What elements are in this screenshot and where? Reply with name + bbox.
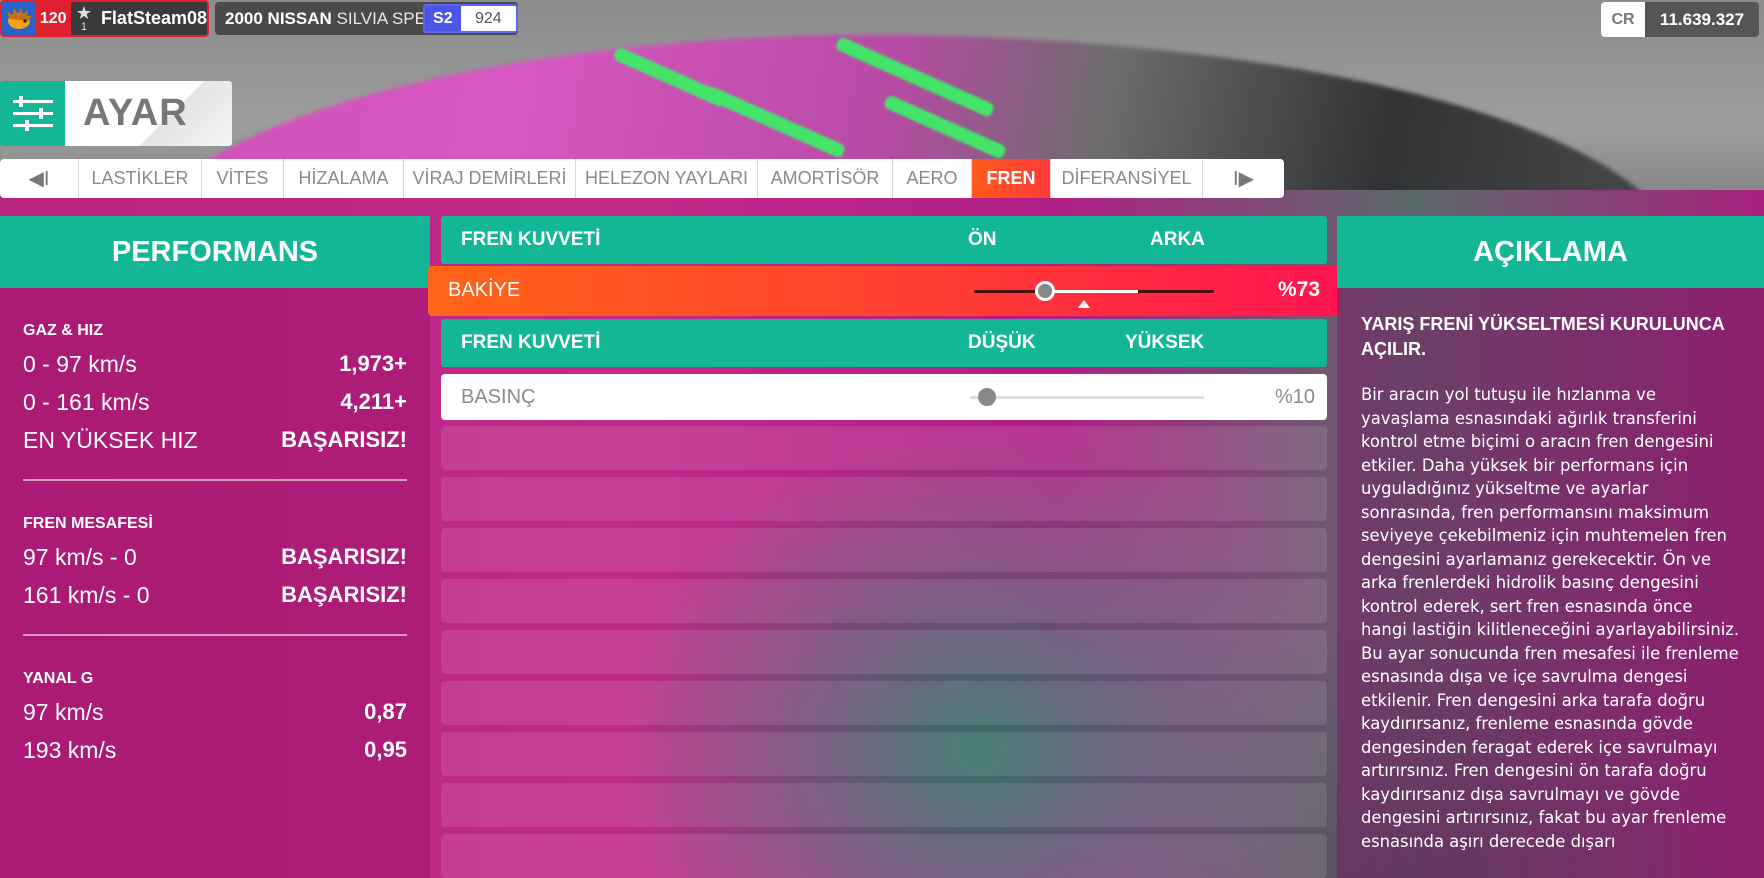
description-text: Bir aracın yol tutuşu ile hızlanma ve ya… — [1361, 385, 1740, 851]
column-label-rear: ARKA — [1150, 229, 1205, 250]
slider-track[interactable] — [970, 396, 1204, 399]
stat-label: EN YÜKSEK HIZ — [23, 426, 198, 453]
section-title: FREN MESAFESİ — [23, 515, 153, 532]
tab-diferansiyel[interactable]: DİFERANSİYEL — [1051, 159, 1203, 198]
stat-value: 0,87 — [364, 699, 407, 724]
description-body[interactable]: YARIŞ FRENİ YÜKSELTMESİ KURULUNCA AÇILIR… — [1337, 288, 1764, 878]
stat-value: 1,973+ — [339, 351, 407, 376]
empty-row — [441, 783, 1327, 827]
stat-row: 161 km/s - 0 BAŞARISIZ! — [23, 576, 407, 614]
empty-row — [441, 528, 1327, 572]
tab-aero[interactable]: AERO — [893, 159, 972, 198]
group-header: FREN KUVVETİ DÜŞÜK YÜKSEK — [441, 319, 1327, 367]
description-heading: YARIŞ FRENİ YÜKSELTMESİ KURULUNCA AÇILIR… — [1361, 314, 1725, 359]
tab-helezon-yaylari[interactable]: HELEZON YAYLARI — [576, 159, 758, 198]
setting-value: %73 — [1277, 278, 1320, 301]
setting-value: %10 — [1274, 386, 1315, 408]
stat-value: BAŞARISIZ! — [281, 582, 407, 607]
stat-value: 4,211+ — [340, 389, 407, 414]
performance-index: S2 924 — [423, 4, 518, 33]
tab-prev-button[interactable]: ◀I — [0, 159, 79, 198]
car-badge: 2000 NISSAN SILVIA SPEC-R S2 924 — [215, 2, 518, 35]
setting-label: BAKİYE — [448, 279, 521, 301]
player-level: 120 — [35, 2, 71, 35]
default-marker-icon — [1078, 300, 1090, 308]
stat-row: 97 km/s 0,87 — [23, 693, 407, 731]
credits-label: CR — [1601, 2, 1645, 37]
stat-row: EN YÜKSEK HIZ BAŞARISIZ! — [23, 421, 407, 459]
empty-row — [441, 477, 1327, 521]
stat-value: BAŞARISIZ! — [281, 544, 407, 569]
tab-hizalama[interactable]: HİZALAMA — [284, 159, 404, 198]
column-label-low: DÜŞÜK — [968, 332, 1036, 353]
stat-label: 193 km/s — [23, 736, 117, 763]
performance-panel: PERFORMANS GAZ & HIZ 0 - 97 km/s 1,973+ … — [0, 216, 430, 878]
group-title: FREN KUVVETİ — [461, 332, 601, 353]
section-title: YANAL G — [23, 670, 94, 687]
empty-row — [441, 426, 1327, 470]
tab-lastikler[interactable]: LASTİKLER — [79, 159, 202, 198]
column-label-high: YÜKSEK — [1125, 332, 1205, 353]
stat-row: 0 - 161 km/s 4,211+ — [23, 383, 407, 421]
section-title: GAZ & HIZ — [23, 322, 103, 339]
stat-label: 0 - 161 km/s — [23, 388, 150, 415]
sliders-icon — [0, 81, 65, 146]
stat-value: 0,95 — [364, 737, 407, 762]
stat-row: 0 - 97 km/s 1,973+ — [23, 345, 407, 383]
tab-fren[interactable]: FREN — [972, 159, 1051, 198]
slider-fill — [1048, 290, 1138, 293]
avatar — [2, 2, 36, 35]
stat-label: 97 km/s - 0 — [23, 543, 137, 570]
car-year-make: 2000 NISSAN — [225, 8, 332, 28]
tab-next-button[interactable]: I▶ — [1203, 159, 1284, 198]
stat-label: 97 km/s — [23, 698, 104, 725]
performance-body: GAZ & HIZ 0 - 97 km/s 1,973+ 0 - 161 km/… — [0, 288, 430, 878]
tab-amortisor[interactable]: AMORTİSÖR — [758, 159, 893, 198]
setting-label: BASINÇ — [461, 386, 536, 408]
stat-value: BAŞARISIZ! — [281, 427, 407, 452]
hedgehog-icon — [6, 6, 32, 29]
empty-row — [441, 630, 1327, 674]
tab-vites[interactable]: VİTES — [202, 159, 284, 198]
slider-handle[interactable] — [978, 388, 996, 406]
description-panel: AÇIKLAMA YARIŞ FRENİ YÜKSELTMESİ KURULUN… — [1337, 216, 1764, 878]
pi-value: 924 — [460, 6, 516, 31]
group-header: FREN KUVVETİ ÖN ARKA — [441, 216, 1327, 264]
performance-title: PERFORMANS — [0, 216, 430, 288]
gamertag: FlatSteam08 — [100, 8, 207, 28]
stat-row: 97 km/s - 0 BAŞARISIZ! — [23, 538, 407, 576]
column-label-front: ÖN — [968, 229, 997, 250]
tab-viraj-demirleri[interactable]: VİRAJ DEMİRLERİ — [404, 159, 576, 198]
page-header: AYAR — [0, 81, 232, 146]
player-badge[interactable]: 120 ★ 1 FlatSteam08 — [0, 0, 209, 37]
credits-value: 11.639.327 — [1645, 2, 1759, 37]
credits-display: CR 11.639.327 — [1601, 2, 1759, 37]
page-title: AYAR — [65, 81, 232, 146]
rank-value: 1 — [80, 21, 87, 33]
car-name: 2000 NISSAN SILVIA SPEC-R — [215, 8, 456, 29]
stat-label: 0 - 97 km/s — [23, 350, 137, 377]
empty-row — [441, 732, 1327, 776]
tuning-tabs: ◀I LASTİKLER VİTES HİZALAMA VİRAJ DEMİRL… — [0, 159, 1284, 198]
slider-handle[interactable] — [1035, 281, 1055, 301]
brake-pressure-row[interactable]: BASINÇ %10 — [441, 374, 1327, 420]
group-title: FREN KUVVETİ — [461, 229, 601, 250]
tuning-panel: FREN KUVVETİ ÖN ARKA BAKİYE %73 FREN KUV… — [428, 216, 1340, 878]
empty-row — [441, 579, 1327, 623]
stat-label: 161 km/s - 0 — [23, 581, 150, 608]
empty-row — [441, 834, 1327, 878]
description-title: AÇIKLAMA — [1337, 216, 1764, 288]
empty-row — [441, 681, 1327, 725]
car-class: S2 — [425, 6, 461, 31]
stat-row: 193 km/s 0,95 — [23, 731, 407, 769]
rank-indicator: ★ 1 — [71, 2, 97, 35]
brake-balance-row[interactable]: BAKİYE %73 — [428, 266, 1340, 316]
star-icon: ★ — [75, 3, 92, 23]
empty-rows — [441, 426, 1327, 878]
